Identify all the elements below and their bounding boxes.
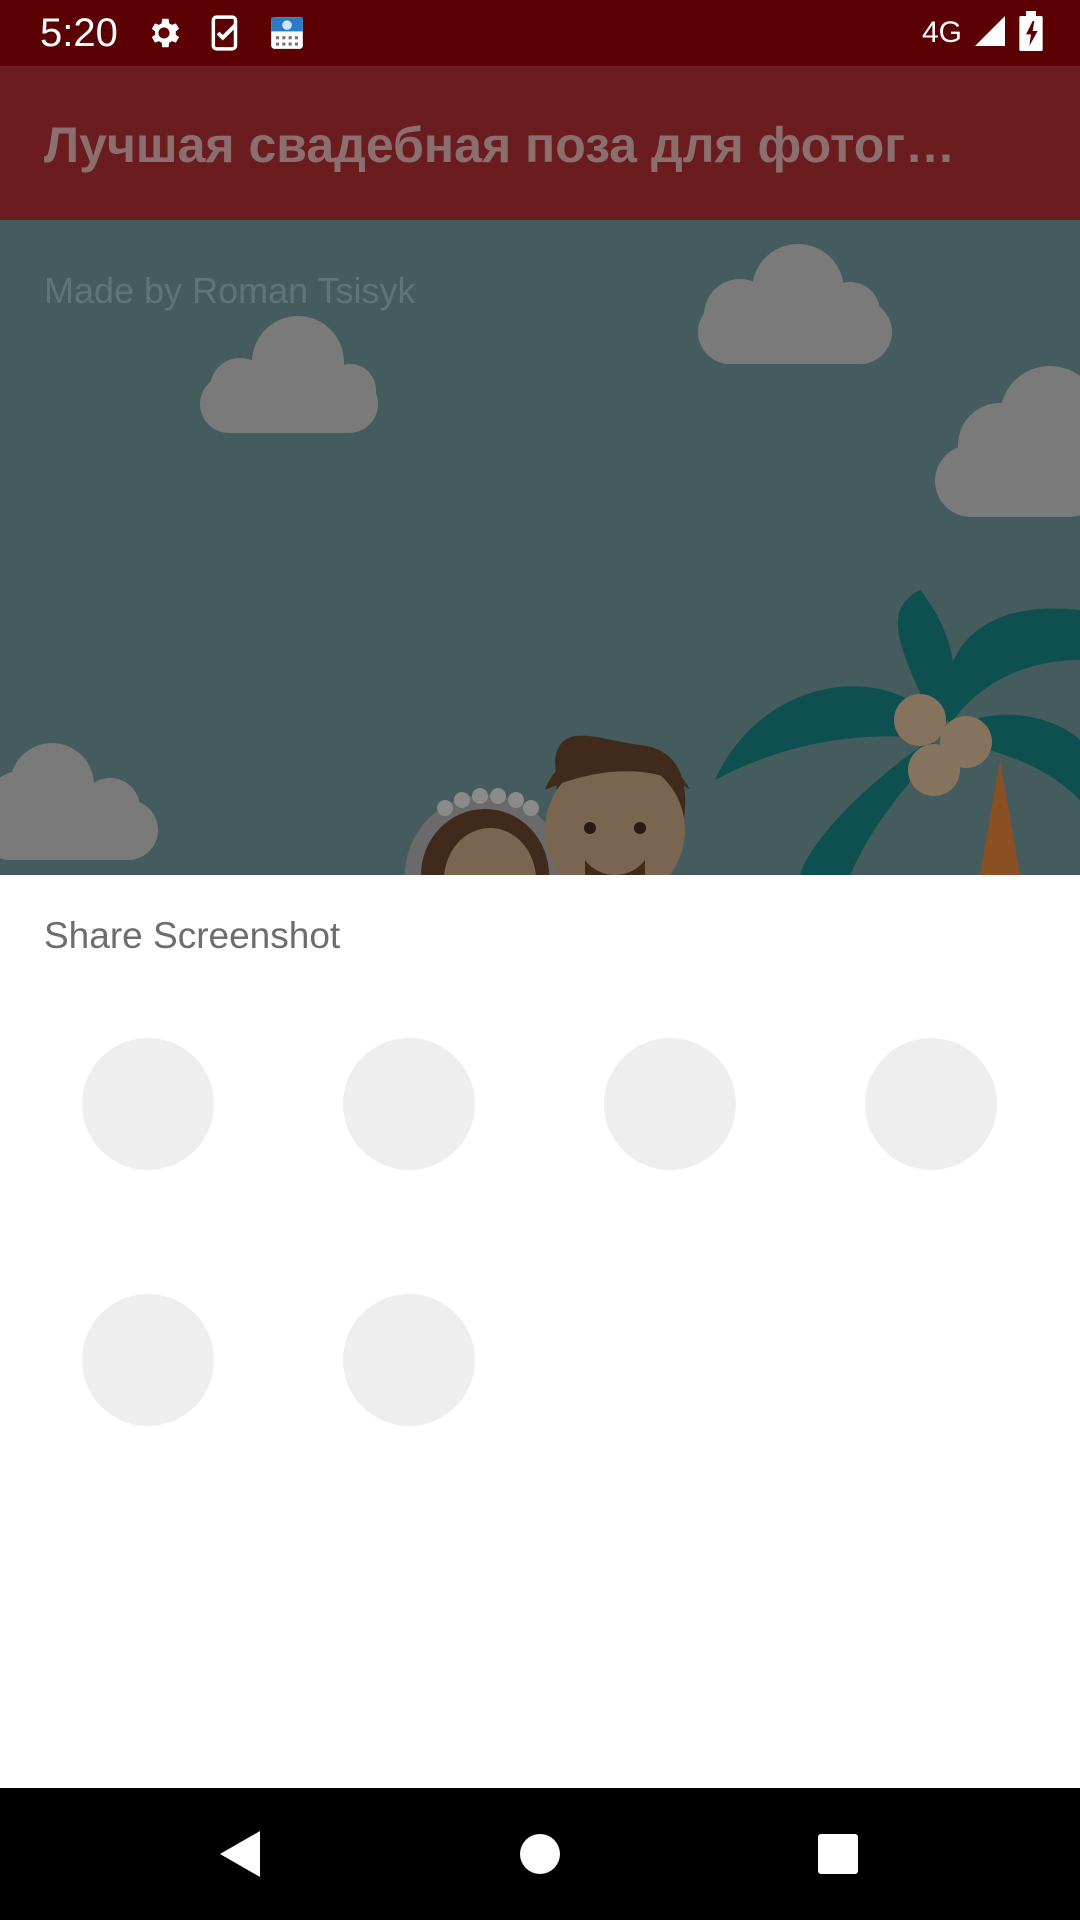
signal-icon [972,13,1008,54]
share-target-placeholder[interactable] [865,1038,997,1170]
wedding-illustration [0,244,1080,875]
cloud-icon [698,244,892,364]
status-time: 5:20 [40,11,118,55]
share-target-placeholder[interactable] [82,1038,214,1170]
back-icon [220,1831,260,1877]
test-app-icon [268,14,306,52]
back-button[interactable] [174,1788,306,1920]
share-target-placeholder[interactable] [343,1038,475,1170]
share-target-placeholder[interactable] [343,1294,475,1426]
app-title: Лучшая свадебная поза для фотог… [44,117,956,173]
cloud-icon [0,743,158,860]
palm-tree-icon [715,590,1080,875]
settings-icon [145,14,183,52]
navigation-bar [0,1788,1080,1920]
recents-button[interactable] [772,1788,904,1920]
home-icon [520,1834,560,1874]
status-right-group: 4G [922,10,1044,56]
app-bar: Лучшая свадебная поза для фотог… [0,66,1080,220]
share-target-placeholder[interactable] [82,1294,214,1426]
cloud-icon [935,366,1080,517]
share-sheet-title: Share Screenshot [44,915,341,956]
share-sheet: Share Screenshot [0,875,1080,1788]
network-type: 4G [921,16,962,49]
share-target-placeholder[interactable] [604,1038,736,1170]
illustration-scene: Made by Roman Tsisyk [0,220,1080,875]
task-check-icon [207,14,245,52]
battery-charging-icon [1018,10,1044,56]
home-button[interactable] [474,1788,606,1920]
couple-illustration [405,735,690,875]
status-bar: 5:20 4G [0,0,1080,66]
credit-text: Made by Roman Tsisyk [44,270,416,311]
recents-icon [818,1834,858,1874]
cloud-icon [200,316,378,433]
